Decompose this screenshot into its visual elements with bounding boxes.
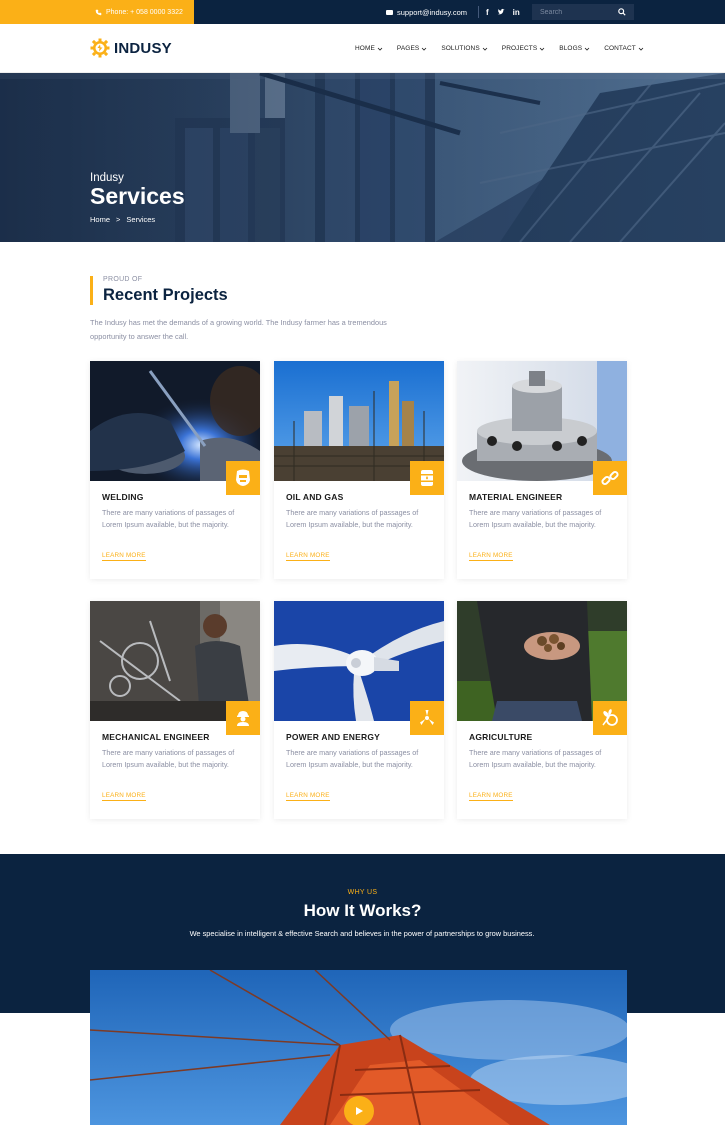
top-bar: Phone: + 058 0000 3322 support@indusy.co… [0,0,725,24]
search-input[interactable] [540,8,618,16]
nav-label: SOLUTIONS [441,45,480,52]
phone-text: Phone: + 058 0000 3322 [106,8,183,16]
nav-item-home[interactable]: HOME [355,45,383,52]
topbar-divider [478,6,479,18]
breadcrumb-separator: > [116,215,121,224]
wind-turbine-icon [410,701,444,735]
card-description: There are many variations of passages of… [286,748,419,769]
nav-label: BLOGS [559,45,583,52]
main-nav: HOME PAGES SOLUTIONS PROJECTS BLOGS CONT… [355,24,644,73]
email-text[interactable]: support@indusy.com [397,8,467,17]
learn-more-link[interactable]: LEARN MORE [102,792,146,801]
chevron-down-icon [377,47,383,51]
projects-heading: PROUD OF Recent Projects [90,276,228,305]
social-links: f in [486,0,520,24]
play-icon [356,1107,363,1115]
welding-mask-icon [226,461,260,495]
card-description: There are many variations of passages of… [286,508,419,529]
project-card-power-and-energy[interactable]: POWER AND ENERGY There are many variatio… [274,601,444,819]
oil-barrel-icon [410,461,444,495]
nav-item-pages[interactable]: PAGES [397,45,427,52]
phone-bar: Phone: + 058 0000 3322 [0,0,194,24]
chevron-down-icon [482,47,488,51]
card-description: There are many variations of passages of… [102,508,235,529]
how-description: We specialise in intelligent & effective… [189,929,535,938]
project-card-material-engineer[interactable]: MATERIAL ENGINEER There are many variati… [457,361,627,579]
twitter-icon[interactable] [497,8,505,16]
breadcrumb: Home > Services [90,215,155,224]
projects-description: The Indusy has met the demands of a grow… [90,318,387,341]
project-card-agriculture[interactable]: AGRICULTURE There are many variations of… [457,601,627,819]
logo-gear-icon [90,38,110,58]
learn-more-link[interactable]: LEARN MORE [286,552,330,561]
play-button[interactable] [344,1096,374,1125]
page-hero: Indusy Services Home > Services [0,73,725,242]
chevron-down-icon [584,47,590,51]
phone-icon [95,9,102,15]
project-card-oil-and-gas[interactable]: OIL AND GAS There are many variations of… [274,361,444,579]
logo[interactable]: INDUSY [90,38,172,58]
card-title: POWER AND ENERGY [286,732,381,742]
search-box [532,4,634,20]
projects-eyebrow: PROUD OF [103,276,143,283]
how-eyebrow: WHY US [347,889,378,896]
how-title: How It Works? [303,901,422,920]
email-contact[interactable]: support@indusy.com [386,0,467,24]
learn-more-link[interactable]: LEARN MORE [469,552,513,561]
nav-label: HOME [355,45,375,52]
project-card-welding[interactable]: WELDING There are many variations of pas… [90,361,260,579]
chevron-down-icon [422,47,427,51]
main-header: INDUSY HOME PAGES SOLUTIONS PROJECTS BLO… [0,24,725,73]
logo-text: INDUSY [114,39,172,57]
card-title: AGRICULTURE [469,732,533,742]
envelope-icon [386,9,393,15]
nav-item-projects[interactable]: PROJECTS [502,45,545,52]
nav-item-solutions[interactable]: SOLUTIONS [441,45,488,52]
card-title: MATERIAL ENGINEER [469,492,563,502]
facebook-icon[interactable]: f [486,8,489,17]
project-card-mechanical-engineer[interactable]: MECHANICAL ENGINEER There are many varia… [90,601,260,819]
card-title: WELDING [102,492,144,502]
breadcrumb-current: Services [126,215,156,224]
card-description: There are many variations of passages of… [469,748,602,769]
nav-label: PROJECTS [501,45,538,52]
projects-title: Recent Projects [103,286,228,304]
nav-label: PAGES [396,45,420,52]
worker-icon [226,701,260,735]
card-description: There are many variations of passages of… [469,508,602,529]
card-description: There are many variations of passages of… [102,748,235,769]
wheat-icon [593,701,627,735]
page-title: Services [90,183,185,209]
linkedin-icon[interactable]: in [513,8,520,17]
learn-more-link[interactable]: LEARN MORE [469,792,513,801]
learn-more-link[interactable]: LEARN MORE [102,552,146,561]
card-title: OIL AND GAS [286,492,344,502]
chevron-down-icon [539,47,545,51]
card-title: MECHANICAL ENGINEER [102,732,210,742]
video-thumbnail[interactable] [90,970,627,1125]
chevron-down-icon [638,47,644,51]
nav-item-blogs[interactable]: BLOGS [559,45,590,52]
chain-icon [593,461,627,495]
nav-item-contact[interactable]: CONTACT [604,45,644,52]
breadcrumb-home[interactable]: Home [90,215,110,224]
search-icon[interactable] [618,8,626,16]
nav-label: CONTACT [604,45,636,52]
learn-more-link[interactable]: LEARN MORE [286,792,330,801]
